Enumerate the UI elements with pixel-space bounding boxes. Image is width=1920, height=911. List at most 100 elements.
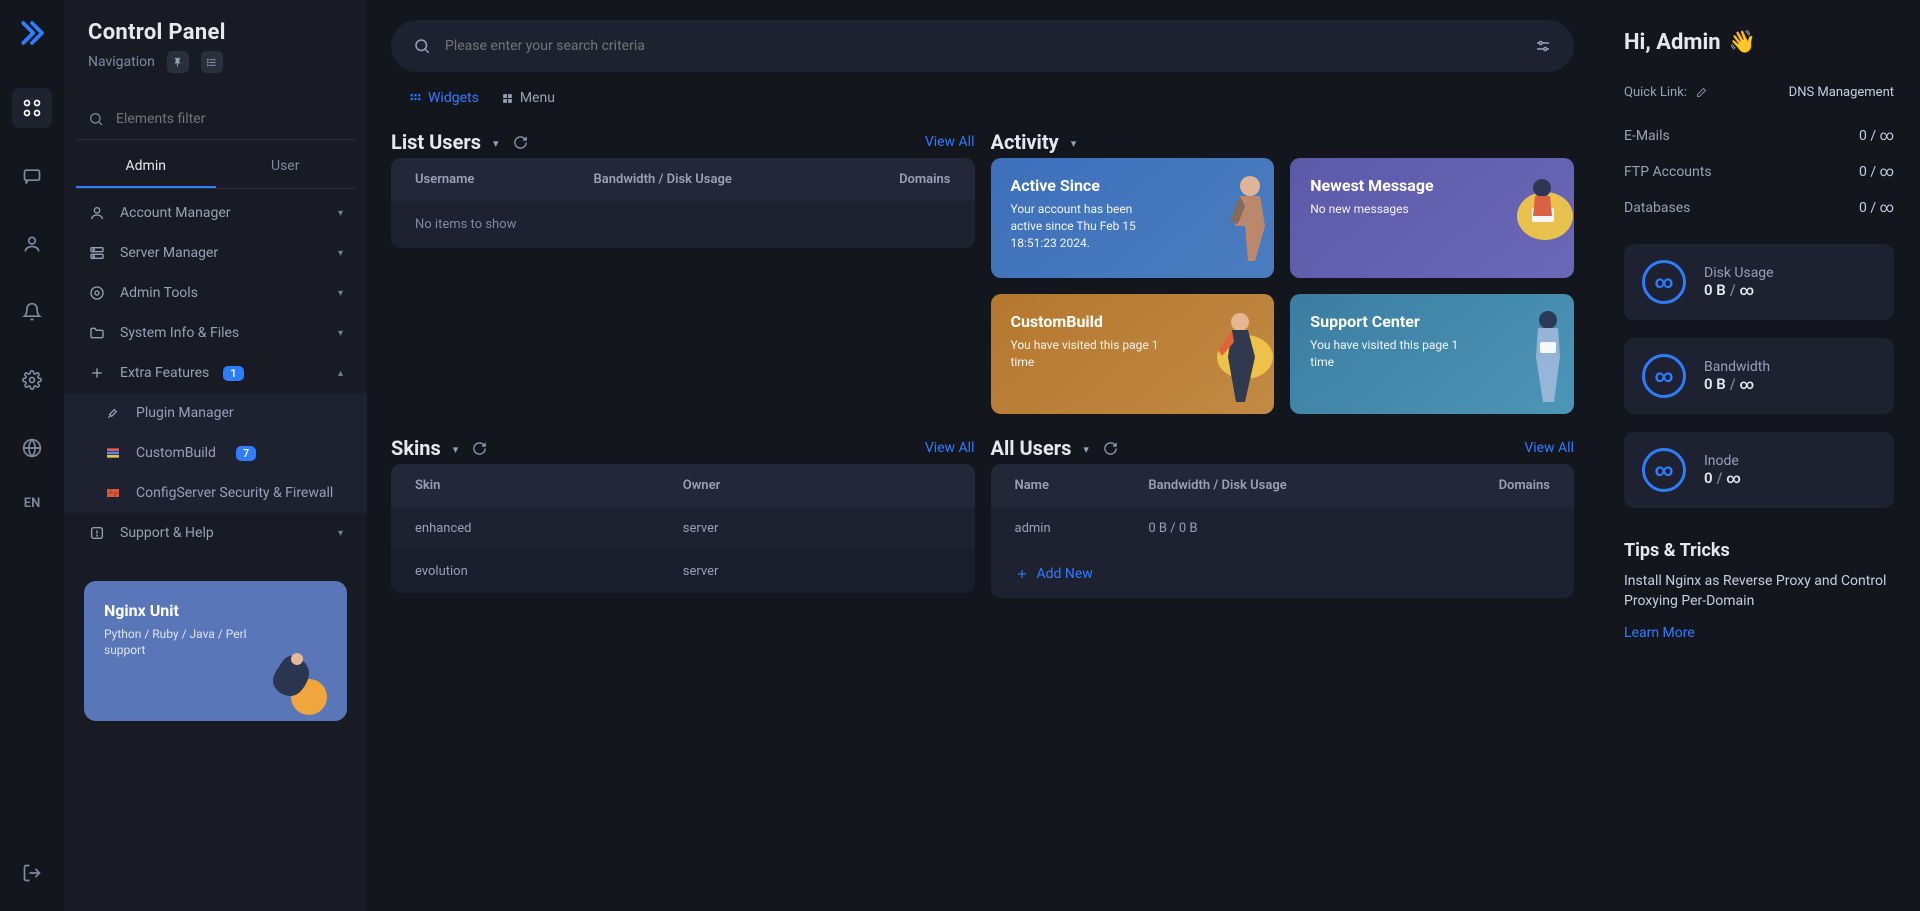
elements-filter[interactable]	[76, 99, 355, 140]
card-newest-message[interactable]: Newest Message No new messages	[1290, 158, 1574, 278]
main-content: Widgets Menu List Users ▾ View All Usern…	[367, 0, 1598, 911]
card-text: Your account has been active since Thu F…	[1011, 201, 1162, 251]
rail-dashboard-icon[interactable]	[12, 88, 52, 128]
stat-value: 0 / ∞	[1859, 164, 1894, 180]
rail-settings-icon[interactable]	[12, 360, 52, 400]
infinity-icon: ∞	[1642, 260, 1686, 304]
col-domains: Domains	[1383, 478, 1550, 493]
chevron-down-icon[interactable]: ▾	[1083, 443, 1089, 456]
sidebar: Control Panel Navigation Admin User	[64, 0, 367, 911]
meter-label: Disk Usage	[1704, 265, 1774, 281]
promo-illustration	[249, 637, 339, 717]
empty-message: No items to show	[391, 201, 975, 248]
promo-card[interactable]: Nginx Unit Python / Ruby / Java / Perl s…	[84, 581, 347, 721]
quick-link-label: Quick Link:	[1624, 85, 1687, 100]
meter-value: 0 B	[1704, 281, 1726, 299]
sidebar-item-support-help[interactable]: Support & Help ▾	[64, 513, 367, 553]
chevron-down-icon[interactable]: ▾	[493, 137, 499, 150]
card-support-center[interactable]: Support Center You have visited this pag…	[1290, 294, 1574, 414]
card-illustration	[1210, 166, 1274, 266]
sidebar-item-account-manager[interactable]: Account Manager ▾	[64, 193, 367, 233]
server-icon	[88, 245, 106, 261]
section-title-all-users: All Users	[991, 436, 1072, 460]
sidebar-item-server-manager[interactable]: Server Manager ▾	[64, 233, 367, 273]
sidebar-subitem-plugin-manager[interactable]: Plugin Manager	[64, 393, 367, 433]
refresh-icon[interactable]	[472, 441, 487, 456]
sidebar-item-label: Support & Help	[120, 525, 214, 541]
refresh-icon[interactable]	[1103, 441, 1118, 456]
list-icon[interactable]	[201, 51, 223, 73]
meter-value: 0 B	[1704, 375, 1726, 393]
search-input[interactable]	[445, 38, 1520, 54]
tips-heading: Tips & Tricks	[1624, 540, 1894, 561]
section-title-skins: Skins	[391, 436, 441, 460]
card-text: You have visited this page 1 time	[1011, 337, 1162, 371]
search-bar[interactable]	[391, 20, 1574, 72]
sliders-icon[interactable]	[1534, 37, 1552, 55]
pin-icon[interactable]	[167, 51, 189, 73]
icon-rail: EN	[0, 0, 64, 911]
wave-icon: 👋	[1729, 30, 1756, 55]
list-users-table: Username Bandwidth / Disk Usage Domains …	[391, 158, 975, 248]
chevron-down-icon[interactable]: ▾	[1071, 137, 1077, 150]
cell-owner: server	[683, 521, 951, 536]
sidebar-subitem-custombuild[interactable]: CustomBuild 7	[64, 433, 367, 473]
rail-notifications-icon[interactable]	[12, 292, 52, 332]
tips-section: Tips & Tricks Install Nginx as Reverse P…	[1624, 526, 1894, 641]
meter-label: Inode	[1704, 453, 1741, 469]
rail-logout-icon[interactable]	[12, 853, 52, 893]
view-all-users[interactable]: View All	[1524, 440, 1574, 456]
card-text: You have visited this page 1 time	[1310, 337, 1461, 371]
card-custombuild[interactable]: CustomBuild You have visited this page 1…	[991, 294, 1275, 414]
table-row[interactable]: evolution server	[391, 550, 975, 593]
menu-link[interactable]: Menu	[501, 90, 555, 106]
subitem-label: ConfigServer Security & Firewall	[136, 485, 333, 501]
tab-user[interactable]: User	[216, 146, 356, 188]
tips-text: Install Nginx as Reverse Proxy and Contr…	[1624, 571, 1894, 612]
elements-filter-input[interactable]	[76, 99, 355, 139]
card-active-since[interactable]: Active Since Your account has been activ…	[991, 158, 1275, 278]
sidebar-item-admin-tools[interactable]: Admin Tools ▾	[64, 273, 367, 313]
infinity-icon: ∞	[1642, 448, 1686, 492]
col-domains: Domains	[772, 172, 951, 187]
stat-value: 0 / ∞	[1859, 200, 1894, 216]
table-row[interactable]: admin 0 B / 0 B	[991, 507, 1575, 550]
meter-value: 0	[1704, 469, 1713, 487]
sidebar-item-label: System Info & Files	[120, 325, 239, 341]
chevron-down-icon[interactable]: ▾	[453, 443, 459, 456]
sidebar-item-extra-features[interactable]: Extra Features 1 ▴	[64, 353, 367, 393]
search-icon	[413, 37, 431, 55]
promo-title: Nginx Unit	[104, 601, 327, 620]
app-logo	[17, 18, 47, 48]
sidebar-item-system-info[interactable]: System Info & Files ▾	[64, 313, 367, 353]
table-row[interactable]: enhanced server	[391, 507, 975, 550]
pencil-icon[interactable]	[1695, 87, 1707, 99]
section-title-activity: Activity	[991, 130, 1059, 154]
view-all-skins[interactable]: View All	[925, 440, 975, 456]
meter-max: ∞	[1726, 471, 1741, 487]
firewall-icon	[104, 485, 122, 501]
view-all-list-users[interactable]: View All	[925, 134, 975, 150]
add-new-button[interactable]: Add New	[991, 550, 1575, 598]
promo-text: Python / Ruby / Java / Perl support	[104, 626, 249, 658]
card-illustration	[1510, 302, 1574, 412]
sidebar-item-label: Admin Tools	[120, 285, 198, 301]
quick-link-value[interactable]: DNS Management	[1789, 85, 1894, 100]
add-new-label: Add New	[1037, 566, 1093, 582]
rail-globe-icon[interactable]	[12, 428, 52, 468]
infinity-icon: ∞	[1642, 354, 1686, 398]
rail-language[interactable]: EN	[24, 496, 41, 511]
chevron-down-icon: ▾	[338, 528, 343, 539]
stat-label: Databases	[1624, 200, 1690, 216]
chevron-down-icon: ▾	[338, 288, 343, 299]
sidebar-subitem-csf[interactable]: ConfigServer Security & Firewall	[64, 473, 367, 513]
widgets-link[interactable]: Widgets	[409, 90, 479, 106]
card-illustration	[1200, 302, 1274, 412]
rail-user-icon[interactable]	[12, 224, 52, 264]
rail-messages-icon[interactable]	[12, 156, 52, 196]
learn-more-link[interactable]: Learn More	[1624, 625, 1695, 641]
tab-admin[interactable]: Admin	[76, 146, 216, 188]
sidebar-item-label: Server Manager	[120, 245, 218, 261]
refresh-icon[interactable]	[513, 135, 528, 150]
search-icon	[88, 111, 104, 127]
